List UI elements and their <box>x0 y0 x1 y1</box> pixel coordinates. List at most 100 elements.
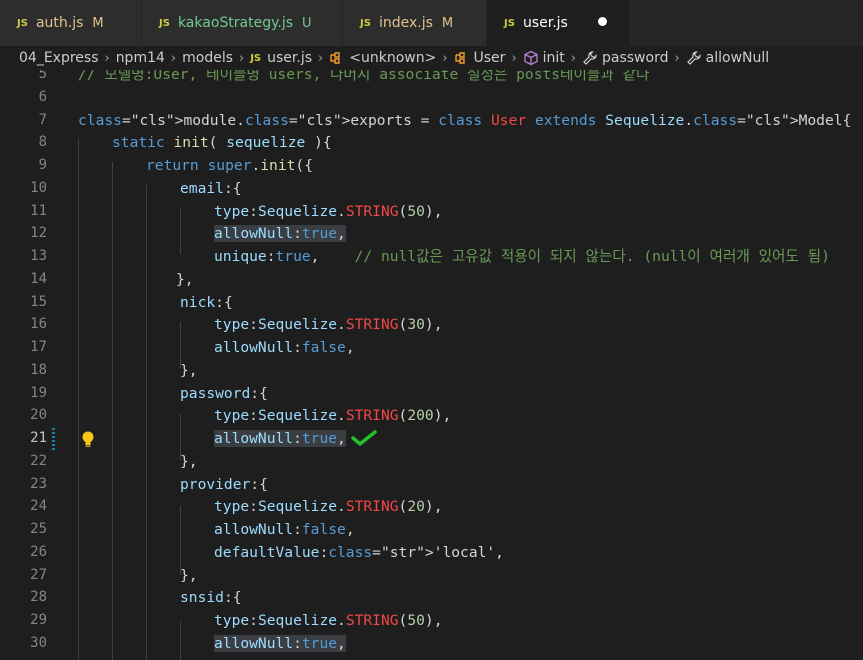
tab-label: index.js <box>378 15 433 31</box>
chevron-right-icon: › <box>104 50 110 66</box>
code-line[interactable]: 30 allowNull:true, <box>0 632 863 655</box>
code-line[interactable]: 24 type:Sequelize.STRING(20), <box>0 495 863 518</box>
breadcrumb-item[interactable]: npm14 <box>116 50 165 66</box>
code-line[interactable]: 8 static init( sequelize ){ <box>0 131 863 154</box>
code-line[interactable]: 12 allowNull:true, <box>0 222 863 245</box>
breadcrumb-item[interactable]: User <box>474 50 506 66</box>
code-text: allowNull:true, <box>214 634 346 652</box>
code-line[interactable]: 23 provider:{ <box>0 473 863 496</box>
tab-label: kakaoStrategy.js <box>177 15 294 31</box>
line-number: 26 <box>30 543 47 560</box>
tab-label: user.js <box>522 15 568 31</box>
symbol-class-icon <box>454 51 470 65</box>
code-text: provider:{ <box>180 475 268 493</box>
line-number: 5 <box>38 70 47 82</box>
breadcrumb-item[interactable]: init <box>543 50 565 66</box>
code-line[interactable]: 22}, <box>0 450 863 473</box>
breadcrumb: 04_Express › npm14 › models › JS user.js… <box>0 46 863 70</box>
code-line[interactable]: 28 snsid:{ <box>0 586 863 609</box>
line-number: 16 <box>30 316 47 333</box>
chevron-right-icon: › <box>318 50 324 66</box>
code-line[interactable]: 13 unique:true, // null값은 고유값 적용이 되지 않는다.… <box>0 245 863 268</box>
cube-icon <box>523 50 539 66</box>
code-text: }, <box>176 270 194 288</box>
git-status-badge: M <box>441 15 454 31</box>
tab-user-js[interactable]: JS user.js <box>487 0 630 46</box>
code-line[interactable]: 18}, <box>0 359 863 382</box>
code-text: defaultValue:class="str">'local', <box>214 543 504 561</box>
code-line[interactable]: 15 nick:{ <box>0 291 863 314</box>
code-line[interactable]: 19 password:{ <box>0 382 863 405</box>
js-file-icon: JS <box>17 17 28 29</box>
line-number: 8 <box>38 134 47 151</box>
code-line[interactable]: 10 email:{ <box>0 177 863 200</box>
breadcrumb-item[interactable]: 04_Express <box>19 50 98 66</box>
code-line[interactable]: 16 type:Sequelize.STRING(30), <box>0 313 863 336</box>
line-number: 17 <box>30 339 47 355</box>
line-number: 23 <box>30 475 47 492</box>
tab-auth-js[interactable]: JS auth.js M <box>0 0 142 46</box>
code-line[interactable]: 7 class="cls">module.class="cls">exports … <box>0 109 863 132</box>
line-number: 12 <box>30 225 47 242</box>
line-number: 9 <box>38 157 47 173</box>
js-file-icon: JS <box>360 17 371 29</box>
line-number: 24 <box>30 498 47 515</box>
breadcrumb-item[interactable]: models <box>182 50 233 66</box>
code-text: return super.init({ <box>146 157 313 174</box>
tab-bar: JS auth.js M JS kakaoStrategy.js U JS in… <box>0 0 863 46</box>
code-editor[interactable]: 5 // 모델명:User, 테이블명 users, 나머지 associate … <box>0 70 863 660</box>
code-text: allowNull:false, <box>214 521 355 538</box>
symbol-class-icon <box>329 51 345 65</box>
chevron-right-icon: › <box>570 50 576 66</box>
code-text: }, <box>180 566 198 584</box>
line-number: 19 <box>30 384 47 401</box>
chevron-right-icon: › <box>239 50 245 66</box>
code-text: snsid:{ <box>180 589 242 607</box>
breadcrumb-item[interactable]: user.js <box>267 50 312 66</box>
breadcrumb-item[interactable]: allowNull <box>706 50 770 66</box>
code-text: unique:true, // null값은 고유값 적용이 되지 않는다. (… <box>214 248 830 265</box>
line-number: 28 <box>30 589 47 606</box>
code-line[interactable]: 9 return super.init({ <box>0 154 863 177</box>
code-text: password:{ <box>180 384 268 402</box>
code-line[interactable]: 11 type:Sequelize.STRING(50), <box>0 200 863 223</box>
breadcrumb-item[interactable]: <unknown> <box>349 50 436 66</box>
code-line[interactable]: 27}, <box>0 564 863 587</box>
code-line[interactable]: 29 type:Sequelize.STRING(50), <box>0 609 863 632</box>
code-text: type:Sequelize.STRING(30), <box>214 316 443 334</box>
line-number: 18 <box>30 361 47 378</box>
code-line[interactable]: 26 defaultValue:class="str">'local', <box>0 541 863 564</box>
code-text: allowNull:true, <box>214 430 346 447</box>
code-line[interactable]: 21 allowNull:true, <box>0 427 863 450</box>
breadcrumb-item[interactable]: password <box>602 50 668 66</box>
chevron-right-icon: › <box>674 50 680 66</box>
js-file-icon: JS <box>159 17 170 29</box>
git-status-badge: U <box>302 15 312 31</box>
tab-index-js[interactable]: JS index.js M <box>343 0 487 46</box>
line-number: 10 <box>30 179 47 196</box>
code-line[interactable]: 17 allowNull:false, <box>0 336 863 359</box>
tab-kakaostrategy-js[interactable]: JS kakaoStrategy.js U <box>142 0 343 46</box>
unsaved-dot-icon[interactable] <box>598 17 607 26</box>
line-number: 22 <box>30 452 47 469</box>
code-line[interactable]: 20 type:Sequelize.STRING(200), <box>0 404 863 427</box>
chevron-right-icon: › <box>511 50 517 66</box>
line-number: 29 <box>30 612 47 628</box>
wrench-icon <box>686 50 702 66</box>
code-line[interactable]: 25 allowNull:false, <box>0 518 863 541</box>
code-text: class="cls">module.class="cls">exports =… <box>78 111 852 129</box>
modified-line-gutter[interactable] <box>52 427 55 450</box>
code-line[interactable]: 6 <box>0 86 863 109</box>
code-line[interactable]: 5 // 모델명:User, 테이블명 users, 나머지 associate … <box>0 70 863 86</box>
code-text: type:Sequelize.STRING(50), <box>214 612 443 629</box>
line-number: 7 <box>38 111 47 128</box>
green-check-icon <box>351 429 377 451</box>
line-number: 15 <box>30 293 47 310</box>
line-number: 27 <box>30 566 47 583</box>
js-file-icon: JS <box>250 52 262 64</box>
line-number: 30 <box>30 634 47 651</box>
code-line[interactable]: 14}, <box>0 268 863 291</box>
code-text: allowNull:false, <box>214 339 355 356</box>
code-text: type:Sequelize.STRING(200), <box>214 407 452 425</box>
tab-label: auth.js <box>35 15 84 31</box>
